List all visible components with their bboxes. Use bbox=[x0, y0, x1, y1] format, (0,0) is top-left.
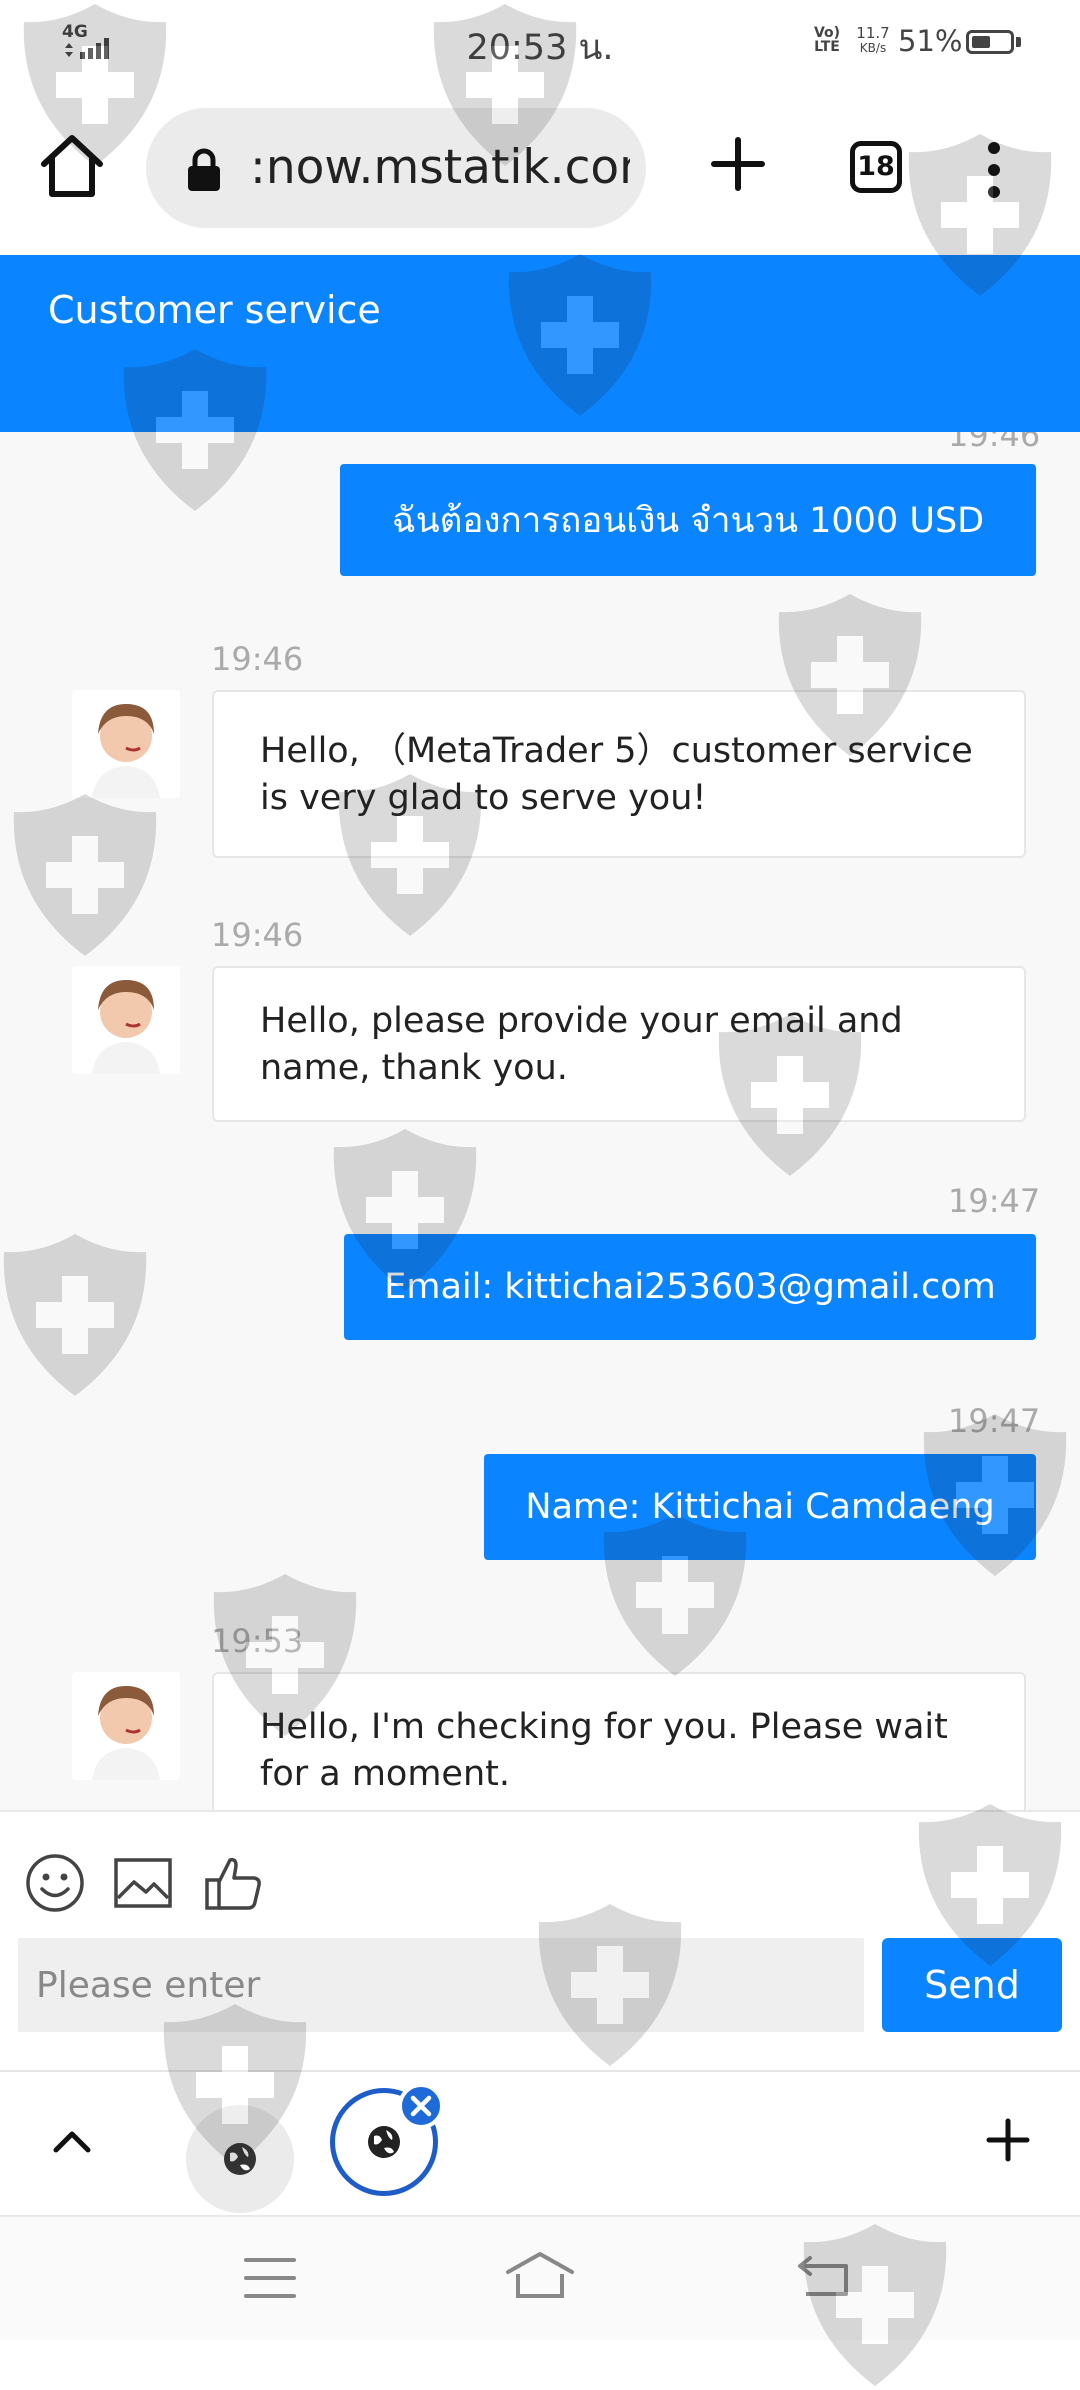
more-menu-icon[interactable] bbox=[980, 140, 1008, 200]
close-tab-button[interactable] bbox=[398, 2083, 444, 2129]
add-tab-icon[interactable] bbox=[986, 2118, 1030, 2162]
message-timestamp: 19:53 bbox=[211, 1622, 304, 1660]
battery-percent: 51% bbox=[898, 24, 963, 58]
globe-icon bbox=[224, 2143, 256, 2175]
incoming-message: Hello, （MetaTrader 5）customer service is… bbox=[212, 690, 1026, 858]
chevron-up-icon[interactable] bbox=[52, 2126, 92, 2154]
message-timestamp: 19:46 bbox=[211, 640, 304, 678]
new-tab-icon[interactable] bbox=[710, 136, 766, 192]
back-icon[interactable] bbox=[796, 2252, 852, 2298]
speed-unit: KB/s bbox=[859, 41, 887, 55]
tabs-count-button[interactable]: 18 bbox=[850, 141, 902, 193]
battery-fill bbox=[972, 36, 990, 48]
image-icon[interactable] bbox=[112, 1852, 174, 1914]
send-button[interactable]: Send bbox=[882, 1938, 1062, 2032]
message-timestamp: 19:46 bbox=[211, 916, 304, 954]
incoming-message: Hello, please provide your email and nam… bbox=[212, 966, 1026, 1122]
chat-header bbox=[0, 255, 1080, 432]
outgoing-message: Name: Kittichai Camdaeng bbox=[484, 1454, 1036, 1560]
chat-message-list[interactable]: 19:46 ฉันต้องการถอนเงิน จำนวน 1000 USD 1… bbox=[0, 432, 1080, 1810]
agent-avatar bbox=[72, 690, 180, 798]
message-timestamp: 19:46 bbox=[948, 432, 1041, 454]
battery-icon bbox=[966, 30, 1014, 54]
battery-tip bbox=[1016, 37, 1021, 47]
thumbs-up-icon[interactable] bbox=[202, 1852, 264, 1914]
incoming-message: Hello, I'm checking for you. Please wait… bbox=[212, 1672, 1026, 1810]
url-text[interactable]: :now.mstatik.com bbox=[250, 140, 630, 195]
close-icon bbox=[410, 2095, 432, 2117]
home-icon[interactable] bbox=[36, 130, 108, 202]
globe-icon bbox=[368, 2126, 400, 2158]
smiley-icon[interactable] bbox=[24, 1852, 86, 1914]
agent-avatar bbox=[72, 966, 180, 1074]
outgoing-message: ฉันต้องการถอนเงิน จำนวน 1000 USD bbox=[340, 464, 1036, 576]
network-speed: 11.7 KB/s bbox=[850, 26, 896, 56]
outgoing-message: Email: kittichai253603@gmail.com bbox=[344, 1234, 1036, 1340]
message-timestamp: 19:47 bbox=[948, 1402, 1041, 1440]
system-home-icon[interactable] bbox=[504, 2250, 576, 2300]
lock-icon bbox=[188, 148, 220, 191]
tab-thumbnail-inactive[interactable] bbox=[186, 2105, 294, 2213]
recent-apps-icon[interactable] bbox=[244, 2256, 296, 2300]
message-input[interactable] bbox=[18, 1938, 864, 2032]
browser-tab-bar bbox=[0, 2070, 1080, 2215]
status-bar: 4G 20:53 น. Vo) LTE 11.7 KB/s 51% bbox=[0, 0, 1080, 90]
page-title: Customer service bbox=[48, 288, 381, 332]
volte-indicator: Vo) LTE bbox=[813, 25, 841, 55]
agent-avatar bbox=[72, 1672, 180, 1780]
message-timestamp: 19:47 bbox=[948, 1182, 1041, 1220]
speed-value: 11.7 bbox=[856, 24, 890, 42]
